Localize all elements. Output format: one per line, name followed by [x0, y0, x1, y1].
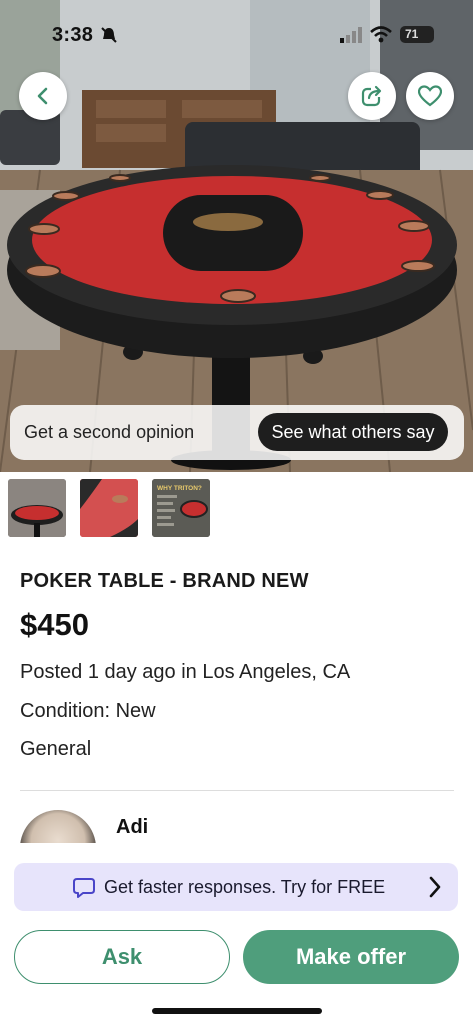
- chevron-right-icon: [429, 876, 441, 898]
- home-indicator: [152, 1008, 322, 1014]
- thumbnail-3-caption: WHY TRITON?: [157, 485, 202, 492]
- thumbnail-1[interactable]: [8, 479, 66, 537]
- thumbnail-2-image: [80, 479, 138, 537]
- status-time: 3:38: [52, 24, 94, 46]
- chevron-left-icon: [37, 87, 48, 105]
- seller-avatar[interactable]: [20, 810, 96, 843]
- promo-banner[interactable]: Get faster responses. Try for FREE: [14, 863, 458, 911]
- listing-price: $450: [20, 607, 89, 642]
- see-what-others-say-button[interactable]: See what others say: [258, 413, 448, 451]
- listing-title: POKER TABLE - BRAND NEW: [20, 570, 309, 592]
- back-button[interactable]: [19, 72, 67, 120]
- thumbnail-3-image: WHY TRITON?: [152, 479, 210, 537]
- thumbnail-1-image: [8, 479, 66, 537]
- posted-info: Posted 1 day ago in Los Angeles, CA: [20, 661, 351, 683]
- seller-name[interactable]: Adi: [116, 816, 148, 839]
- status-bar: 3:38 71: [0, 16, 473, 52]
- battery-icon: 71: [400, 26, 434, 43]
- seller-section[interactable]: Adi: [0, 800, 473, 843]
- poker-table-photo: [0, 0, 473, 472]
- heart-icon: [418, 85, 442, 107]
- share-icon: [361, 85, 383, 107]
- wifi-icon: [370, 26, 392, 43]
- signal-icon: [340, 27, 362, 43]
- second-opinion-bar: Get a second opinion See what others say: [10, 405, 464, 460]
- promo-text: Get faster responses. Try for FREE: [104, 877, 386, 897]
- favorite-button[interactable]: [406, 72, 454, 120]
- thumbnail-strip: WHY TRITON?: [8, 479, 210, 537]
- second-opinion-label: Get a second opinion: [24, 422, 195, 442]
- chat-bubble-icon: [73, 878, 95, 898]
- make-offer-button[interactable]: Make offer: [243, 930, 459, 984]
- share-button[interactable]: [348, 72, 396, 120]
- condition-info: Condition: New: [20, 700, 156, 722]
- thumbnail-2[interactable]: [80, 479, 138, 537]
- category-info[interactable]: General: [20, 738, 91, 761]
- listing-photo[interactable]: 3:38 71 Get a second opinion See what ot…: [0, 0, 473, 472]
- divider: [20, 790, 454, 791]
- ask-button[interactable]: Ask: [14, 930, 230, 984]
- thumbnail-3[interactable]: WHY TRITON?: [152, 479, 210, 537]
- bell-muted-icon: [101, 27, 117, 43]
